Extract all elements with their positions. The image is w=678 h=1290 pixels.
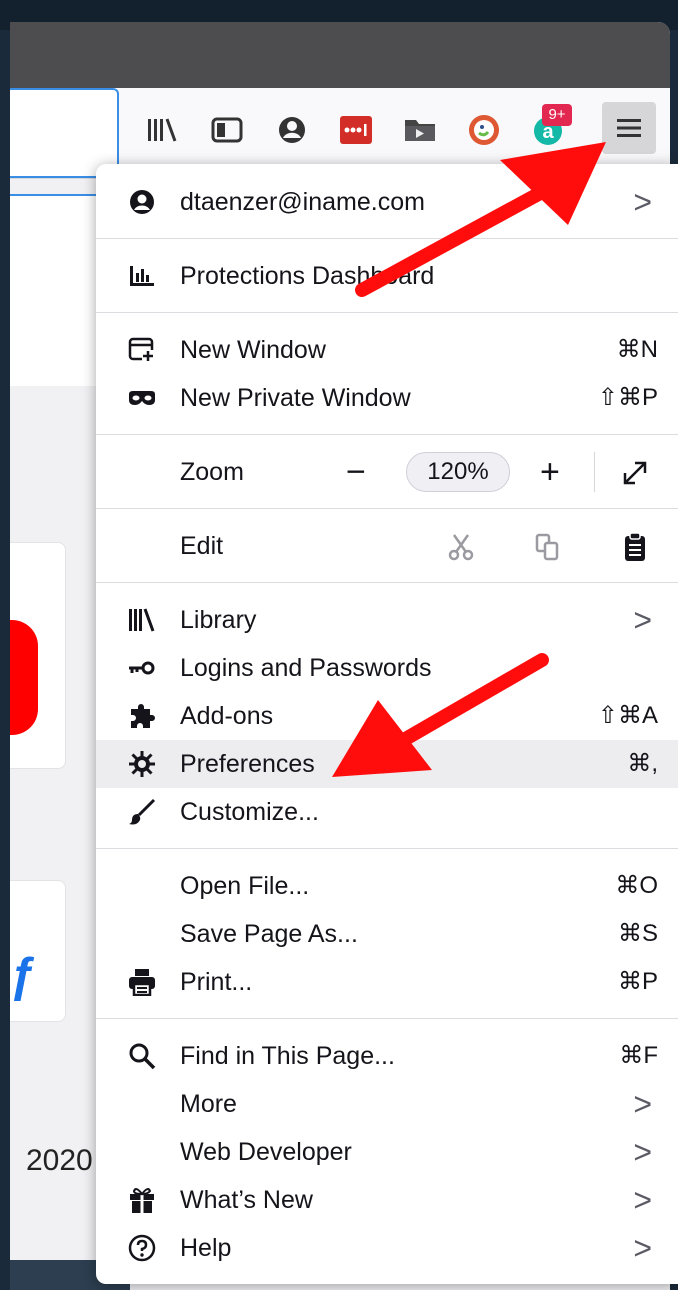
gear-icon (128, 750, 156, 778)
chevron-right-icon: > (633, 1134, 652, 1170)
downloads-folder-icon[interactable] (400, 110, 440, 150)
paintbrush-icon (128, 798, 156, 826)
gift-icon (128, 1186, 156, 1214)
menu-item-label: New Window (180, 336, 326, 364)
menu-item-web-developer[interactable]: Web Developer > (96, 1130, 678, 1174)
puzzle-piece-icon (128, 702, 156, 730)
menu-item-add-ons[interactable]: Add-ons ⇧⌘A (96, 694, 678, 738)
help-question-icon (128, 1234, 156, 1262)
account-icon[interactable] (272, 110, 312, 150)
private-mask-icon (128, 384, 156, 412)
menu-item-new-private-window[interactable]: New Private Window ⇧⌘P (96, 376, 678, 420)
menu-item-label: dtaenzer@iname.com (180, 188, 425, 216)
key-icon (128, 654, 156, 682)
blue-logo-fragment: ƒ (10, 949, 37, 1002)
page-header-strip (10, 194, 110, 386)
menu-item-customize[interactable]: Customize... (96, 790, 678, 834)
menu-item-logins-and-passwords[interactable]: Logins and Passwords (96, 646, 678, 690)
menu-item-label: Library (180, 606, 257, 634)
chevron-right-icon: > (633, 1230, 652, 1266)
menu-separator (96, 848, 678, 849)
copy-icon[interactable] (532, 532, 562, 562)
menu-item-label: Find in This Page... (180, 1042, 395, 1070)
menu-item-label: Zoom (180, 458, 244, 486)
shortcut-label: ⌘, (627, 750, 658, 777)
printer-icon (128, 968, 156, 996)
shortcut-label: ⌘O (615, 872, 658, 899)
menu-item-label: Customize... (180, 798, 319, 826)
fullscreen-icon[interactable] (620, 458, 650, 488)
menu-separator (96, 312, 678, 313)
menu-item-label: Web Developer (180, 1138, 352, 1166)
menu-item-label: New Private Window (180, 384, 411, 412)
youtube-logo-fragment (10, 620, 38, 735)
new-window-icon (128, 336, 156, 364)
menu-item-whats-new[interactable]: What’s New > (96, 1178, 678, 1222)
menu-item-label: Add-ons (180, 702, 274, 730)
search-icon (128, 1042, 156, 1070)
menu-item-find-in-page[interactable]: Find in This Page... ⌘F (96, 1034, 678, 1078)
menu-item-label: Open File... (180, 872, 310, 900)
shortcut-label: ⌘S (617, 920, 658, 947)
vertical-separator (594, 452, 595, 492)
menu-item-label: Help (180, 1234, 232, 1262)
hamburger-menu-button[interactable] (602, 102, 656, 154)
shortcut-label: ⌘N (616, 336, 658, 363)
menu-item-new-window[interactable]: New Window ⌘N (96, 328, 678, 372)
menu-item-more[interactable]: More > (96, 1082, 678, 1126)
zoom-reset-button[interactable]: 120% (406, 452, 510, 492)
menu-item-label: Save Page As... (180, 920, 358, 948)
menu-item-label: Logins and Passwords (180, 654, 432, 682)
sidebar-icon[interactable] (207, 110, 247, 150)
menu-item-zoom: Zoom − 120% + (96, 450, 678, 494)
chevron-right-icon: > (633, 184, 652, 220)
menu-item-label: Print... (180, 968, 253, 996)
library-icon (128, 606, 156, 634)
menu-separator (96, 1018, 678, 1019)
chevron-right-icon: > (633, 1182, 652, 1218)
paste-icon[interactable] (620, 532, 650, 562)
tab-strip (10, 22, 670, 88)
shortcut-label: ⇧⌘P (597, 384, 658, 411)
menu-item-help[interactable]: Help > (96, 1226, 678, 1270)
menu-item-protections-dashboard[interactable]: Protections Dashboard (96, 254, 678, 298)
zoom-in-button[interactable]: + (540, 450, 560, 494)
menu-item-label: Protections Dashboard (180, 262, 435, 290)
cut-icon[interactable] (446, 532, 476, 562)
menu-item-label: More (180, 1090, 237, 1118)
menu-item-account[interactable]: dtaenzer@iname.com > (96, 180, 678, 224)
notification-badge: 9+ (542, 104, 572, 126)
library-icon[interactable] (143, 110, 183, 150)
shortcut-label: ⌘F (619, 1042, 658, 1069)
lastpass-icon[interactable] (336, 110, 376, 150)
chevron-right-icon: > (633, 1086, 652, 1122)
menu-separator (96, 582, 678, 583)
chart-bars-icon (128, 262, 156, 290)
menu-separator (96, 238, 678, 239)
account-icon (128, 188, 156, 216)
menu-item-open-file[interactable]: Open File... ⌘O (96, 864, 678, 908)
shortcut-label: ⌘P (617, 968, 658, 995)
page-year-text: 2020 (26, 1144, 93, 1177)
menu-item-preferences[interactable]: Preferences ⌘, (96, 740, 678, 788)
menu-item-label: What’s New (180, 1186, 313, 1214)
zoom-out-button[interactable]: − (346, 450, 366, 494)
menu-separator (96, 508, 678, 509)
chevron-right-icon: > (633, 602, 652, 638)
menu-item-edit: Edit (96, 524, 678, 568)
shortcut-label: ⇧⌘A (597, 702, 658, 729)
menu-item-label: Edit (180, 532, 224, 560)
menu-item-label: Preferences (180, 750, 315, 778)
menu-item-print[interactable]: Print... ⌘P (96, 960, 678, 1004)
duckduckgo-icon[interactable] (464, 110, 504, 150)
menu-separator (96, 434, 678, 435)
hamburger-menu-icon (617, 119, 641, 137)
menu-item-save-page-as[interactable]: Save Page As... ⌘S (96, 912, 678, 956)
menu-item-library[interactable]: Library > (96, 598, 678, 642)
